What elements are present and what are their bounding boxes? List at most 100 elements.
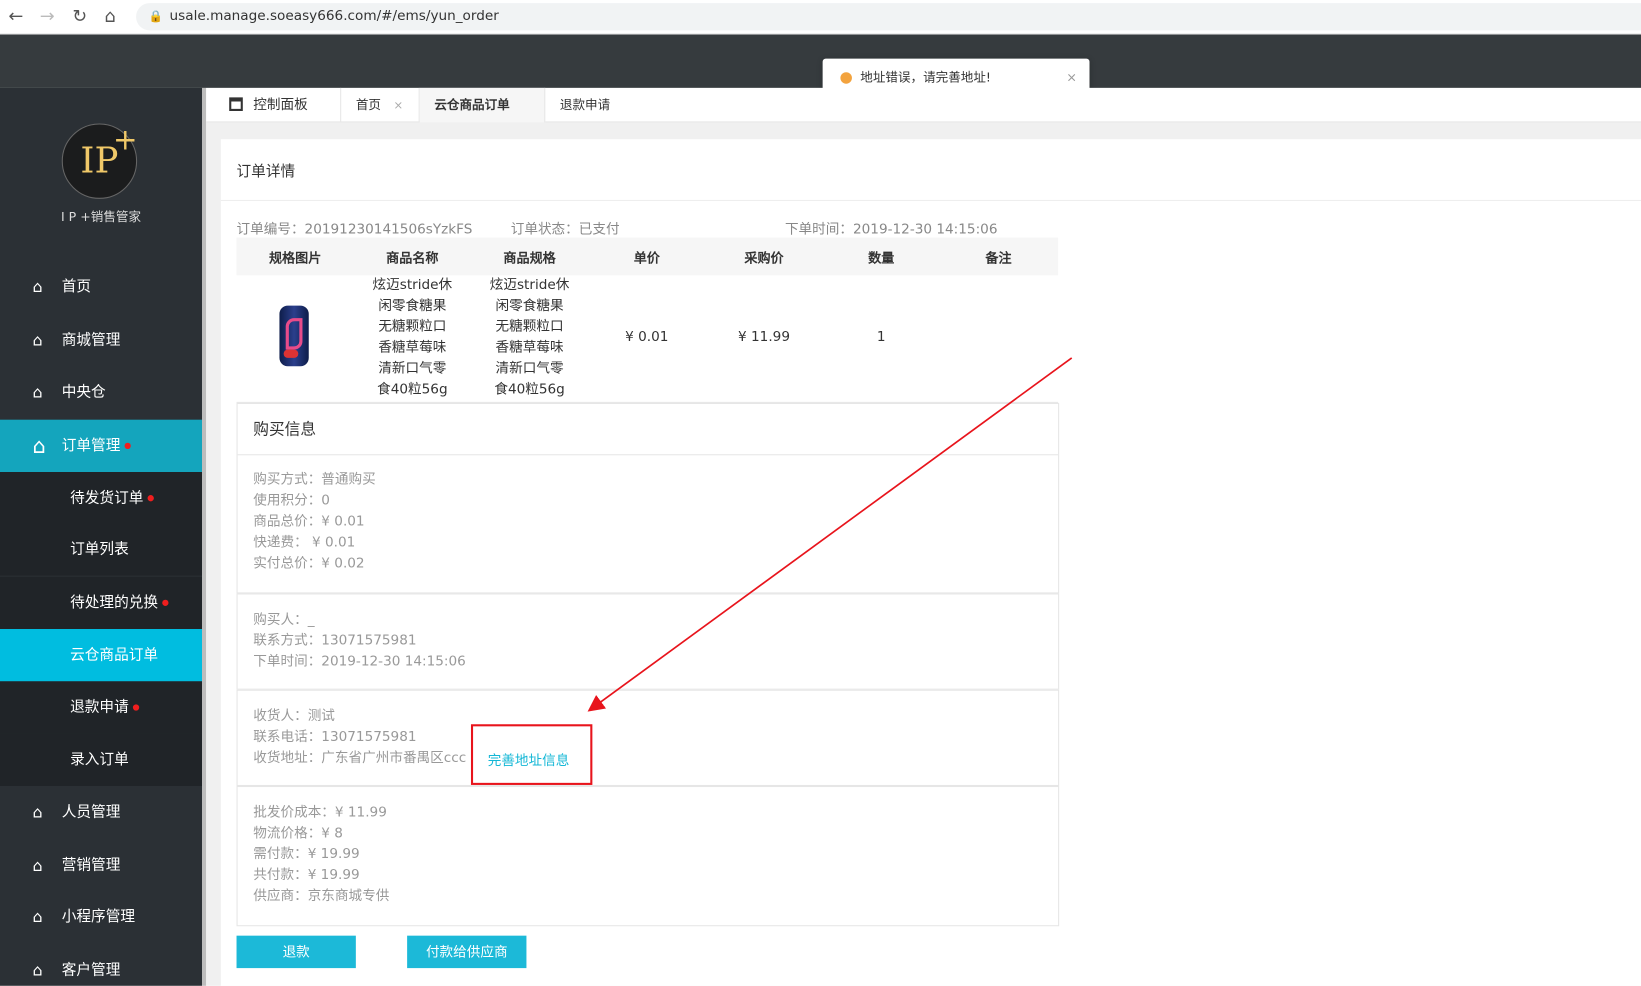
info-line: 收货地址：广东省广州市番禺区ccc — [253, 750, 467, 767]
home-icon: ⌂ — [32, 330, 43, 350]
tab-dashboard[interactable]: 控制面板 — [206, 87, 342, 123]
info-line: 下单时间：2019-12-30 14:15:06 — [253, 654, 466, 670]
product-name: 炫迈stride休 闲零食糖果 无糖颗粒口 香糖草莓味 清新口气零 食40粒56g — [354, 275, 471, 401]
info-line: 需付款：¥ 19.99 — [253, 846, 360, 863]
dashboard-icon — [229, 97, 243, 111]
purchase-price: ¥ 11.99 — [738, 329, 790, 346]
notification-dot — [132, 704, 140, 711]
info-line: 共付款：¥ 19.99 — [253, 867, 360, 884]
home-icon: ⌂ — [32, 960, 43, 980]
sidebar-item[interactable]: 退款申请 — [0, 681, 202, 734]
sidebar-item-label: 商城管理 — [61, 331, 121, 349]
tab-bar: 控制面板 首页× 云仓商品订单× 退款申请× — [206, 87, 1641, 147]
sidebar-item-label: 小程序管理 — [61, 908, 136, 926]
warning-icon — [840, 72, 852, 84]
forward-icon[interactable]: → — [40, 6, 55, 27]
text-line: 香糖草莓味 — [378, 340, 447, 356]
refund-button[interactable]: 退款 — [236, 935, 356, 969]
info-line: 收货人：测试 — [253, 708, 335, 725]
sidebar-item[interactable]: ⌂ 小程序管理 — [0, 891, 202, 943]
column-header: 单价 — [633, 250, 660, 266]
reload-icon[interactable]: ↻ — [72, 6, 87, 27]
text-line: 食40粒56g — [494, 382, 565, 398]
notification-dot — [124, 442, 131, 449]
order-number: 订单编号：20191230141506sYzkFS — [236, 221, 473, 238]
address-bar[interactable]: 🔒 usale.manage.soeasy666.com/#/ems/yun_or… — [136, 3, 1641, 31]
sidebar-item[interactable]: 订单列表 — [0, 523, 202, 576]
close-icon[interactable]: × — [394, 98, 404, 112]
text-line: 香糖草莓味 — [495, 340, 564, 356]
text-line: 闲零食糖果 — [378, 298, 447, 314]
info-line: 供应商：京东商城专供 — [253, 888, 390, 905]
text-line: 无糖颗粒口 — [378, 319, 447, 335]
app-name: I P +销售管家 — [60, 209, 142, 224]
quantity: 1 — [876, 329, 886, 346]
sidebar-item[interactable]: 云仓商品订单 — [0, 629, 202, 682]
info-line: 联系电话：13071575981 — [253, 729, 417, 746]
info-line: 物流价格：¥ 8 — [253, 825, 343, 842]
order-time: 下单时间：2019-12-30 14:15:06 — [784, 221, 998, 238]
purchase-info-card: 购买信息 购买方式：普通购买 使用积分：0 商品总价：¥ 0.01 快递费： ¥ 0.… — [236, 402, 1060, 594]
toast-message: 地址错误，请完善地址! — [860, 70, 991, 85]
page-title: 订单详情 — [236, 163, 296, 181]
divider — [220, 199, 1641, 201]
sidebar-item-label: 订单列表 — [70, 541, 129, 558]
info-line: 实付总价：¥ 0.02 — [253, 555, 365, 572]
text-line: 炫迈stride休 — [372, 277, 453, 294]
text-line: 炫迈stride休 — [489, 277, 570, 294]
text-line: 食40粒56g — [377, 382, 448, 398]
sidebar-item[interactable]: 待处理的兑换 — [0, 576, 202, 630]
notification-dot — [162, 599, 169, 606]
unit-price: ¥ 0.01 — [625, 329, 669, 346]
info-line: 使用积分：0 — [253, 492, 330, 509]
sidebar-item-label: 待处理的兑换 — [70, 594, 159, 612]
info-line: 快递费： ¥ 0.01 — [253, 534, 356, 551]
tab-cloud-order[interactable]: 云仓商品订单× — [419, 87, 546, 147]
back-icon[interactable]: ← — [8, 6, 23, 27]
home-icon: ⌂ — [32, 383, 43, 402]
sidebar-item-label: 客户管理 — [61, 961, 121, 979]
tab-home[interactable]: 首页 × — [341, 87, 420, 123]
sidebar-item[interactable]: ⌂ 客户管理 — [0, 944, 202, 986]
sidebar-item-label: 人员管理 — [61, 803, 121, 821]
sidebar-item[interactable]: ⌂ 首页 — [0, 261, 202, 313]
sidebar-item-label: 退款申请 — [70, 699, 129, 716]
column-header: 备注 — [985, 250, 1012, 266]
tab-refund[interactable]: 退款申请× — [545, 88, 644, 146]
pay-supplier-button[interactable]: 付款给供应商 — [407, 935, 527, 969]
column-header: 数量 — [868, 250, 895, 266]
text-line: 无糖颗粒口 — [495, 319, 564, 335]
sidebar-item-label: 云仓商品订单 — [70, 646, 159, 664]
column-header: 采购价 — [744, 250, 784, 266]
sidebar-item-label: 中央仓 — [61, 384, 106, 401]
sidebar-item-label: 首页 — [61, 278, 92, 296]
text-line: 清新口气零 — [495, 361, 564, 377]
sidebar-item[interactable]: ⌂ 营销管理 — [0, 839, 202, 891]
sidebar-item[interactable]: ⌂ 人员管理 — [0, 786, 202, 838]
sidebar-item[interactable]: 录入订单 — [0, 733, 202, 786]
home-icon[interactable]: ⌂ — [105, 6, 116, 27]
complete-address-link[interactable]: 完善地址信息 — [488, 749, 570, 770]
column-header: 规格图片 — [268, 250, 322, 266]
section-title: 购买信息 — [237, 404, 1059, 456]
info-line: 购买人：_ — [253, 612, 315, 628]
home-icon: ⌂ — [32, 907, 43, 927]
lock-icon: 🔒 — [148, 9, 163, 24]
sidebar-item[interactable]: ⌂ 订单管理 — [0, 419, 202, 473]
product-image — [275, 305, 313, 367]
sidebar-item[interactable]: ⌂ 中央仓 — [0, 366, 202, 418]
home-icon: ⌂ — [32, 802, 43, 822]
column-header: 商品名称 — [386, 250, 439, 266]
url-text: usale.manage.soeasy666.com/#/ems/yun_ord… — [169, 8, 499, 25]
sidebar-item[interactable]: 待发货订单 — [0, 472, 202, 525]
home-icon: ⌂ — [32, 433, 46, 459]
sidebar-item-label: 待发货订单 — [70, 489, 144, 507]
product-spec: 炫迈stride休 闲零食糖果 无糖颗粒口 香糖草莓味 清新口气零 食40粒56g — [471, 275, 588, 401]
sidebar-item-label: 录入订单 — [70, 751, 129, 769]
info-line: 商品总价：¥ 0.01 — [253, 513, 365, 530]
order-status: 订单状态：已支付 — [510, 221, 620, 238]
logo: IP + — [61, 122, 138, 199]
receiver-info-card: 收货人：测试联系电话：13071575981 收货地址：广东省广州市番禺区ccc — [236, 689, 1060, 786]
sidebar-item[interactable]: ⌂ 商城管理 — [0, 314, 202, 366]
column-header: 商品规格 — [503, 250, 556, 266]
